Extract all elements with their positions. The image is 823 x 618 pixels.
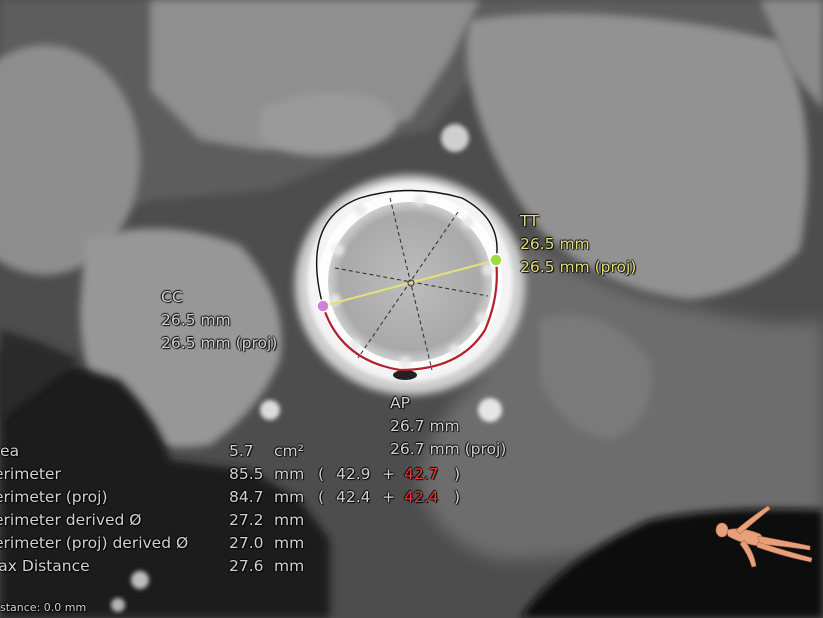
stat-value: 84.7 <box>229 488 264 506</box>
part-one: 42.4 <box>336 488 371 506</box>
paren-close: ) <box>454 488 461 506</box>
stat-row-perimeter: erimeter 85.5 mm ( 42.9 + 42.7 ) <box>0 463 480 486</box>
stat-value: 85.5 <box>229 465 264 483</box>
stat-unit: mm <box>274 511 305 529</box>
paren-close: ) <box>454 465 461 483</box>
stat-label: erimeter derived Ø <box>0 511 142 529</box>
stat-value: 5.7 <box>229 442 254 460</box>
stat-row-area: rea 5.7 cm² <box>0 440 480 463</box>
left-measurement-handle <box>316 299 330 313</box>
stat-unit: mm <box>274 534 305 552</box>
part-two: 42.7 <box>404 465 439 483</box>
stat-unit: mm <box>274 488 305 506</box>
cc-label: CC <box>161 288 183 306</box>
stat-row-max-distance: lax Distance 27.6 mm <box>0 555 480 578</box>
stat-label: rea <box>0 442 20 460</box>
stat-unit: mm <box>274 465 305 483</box>
stat-row-perimeter-proj: erimeter (proj) 84.7 mm ( 42.4 + 42.4 ) <box>0 486 480 509</box>
stat-label: erimeter (proj) <box>0 488 108 506</box>
stat-row-perimeter-derived: erimeter derived Ø 27.2 mm <box>0 509 480 532</box>
stat-value: 27.2 <box>229 511 264 529</box>
paren-open: ( <box>318 488 325 506</box>
plus-sign: + <box>382 488 395 506</box>
tt-label: TT <box>520 212 539 230</box>
stat-unit: cm² <box>274 442 304 460</box>
stat-label: erimeter <box>0 465 61 483</box>
stat-value: 27.0 <box>229 534 264 552</box>
plus-sign: + <box>382 465 395 483</box>
tt-value: 26.5 mm <box>520 235 590 253</box>
stat-label: erimeter (proj) derived Ø <box>0 534 189 552</box>
part-two: 42.4 <box>404 488 439 506</box>
part-one: 42.9 <box>336 465 371 483</box>
stat-row-perimeter-proj-derived: erimeter (proj) derived Ø 27.0 mm <box>0 532 480 555</box>
ap-value: 26.7 mm <box>390 417 460 435</box>
cc-proj-value: 26.5 mm (proj) <box>161 334 278 352</box>
stat-label: lax Distance <box>0 557 90 575</box>
tt-proj-value: 26.5 mm (proj) <box>520 258 637 276</box>
cc-value: 26.5 mm <box>161 311 231 329</box>
paren-open: ( <box>318 465 325 483</box>
ap-label: AP <box>390 394 410 412</box>
slice-distance-readout: stance: 0.0 mm <box>0 601 87 614</box>
stat-value: 27.6 <box>229 557 264 575</box>
right-measurement-handle <box>489 253 503 267</box>
patient-orientation-figure-icon[interactable] <box>710 500 823 580</box>
stat-unit: mm <box>274 557 305 575</box>
